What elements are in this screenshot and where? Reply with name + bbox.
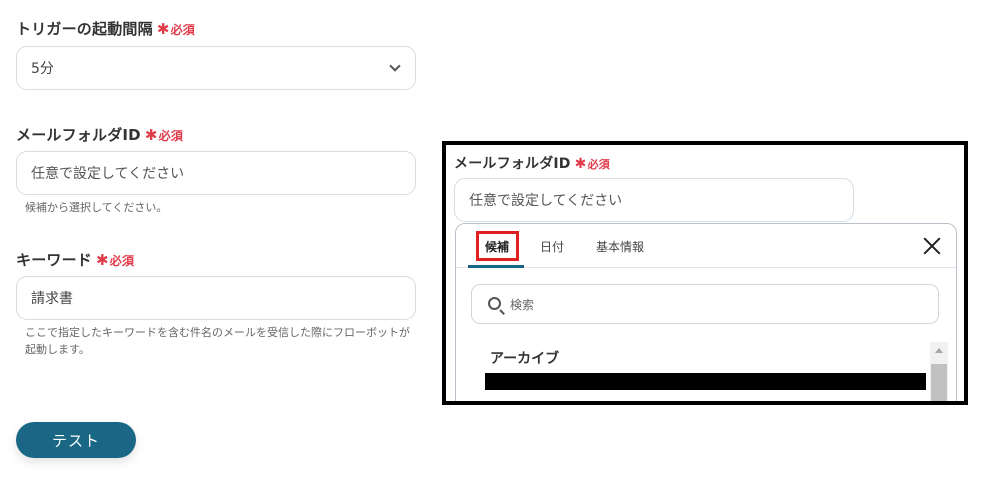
mail-folder-input[interactable]: 任意で設定してください [16,151,416,195]
tab-date[interactable]: 日付 [540,238,564,255]
inset-mail-folder-label: メールフォルダID ✱必須 [454,153,610,173]
trigger-interval-label-text: トリガーの起動間隔 [16,20,153,38]
required-badge: 必須 [109,254,135,268]
search-placeholder: 検索 [510,297,535,312]
inset-mail-folder-label-text: メールフォルダID [454,156,571,172]
mail-folder-label: メールフォルダID ✱必須 [16,124,183,145]
search-icon [488,297,501,310]
required-star-icon: ✱ [156,20,170,38]
required-badge: 必須 [587,158,610,171]
inset-mail-folder-input[interactable]: 任意で設定してください [454,178,854,222]
keyword-help-line-2: 起動します。 [25,343,90,356]
candidate-dropdown: 候補 日付 基本情報 検索 アーカイブ [455,223,957,401]
scrollbar[interactable] [930,342,948,401]
mail-folder-placeholder: 任意で設定してください [31,166,185,182]
test-button[interactable]: テスト [16,422,136,458]
keyword-help-text: ここで指定したキーワードを含む件名のメールを受信した際にフローボットが 起動しま… [25,324,410,358]
keyword-label-text: キーワード [16,251,93,269]
active-tab-underline [468,265,524,268]
keyword-input[interactable]: 請求書 [16,276,416,320]
required-badge: 必須 [170,23,195,37]
dropdown-tab-bar: 候補 日付 基本情報 [456,224,956,268]
scrollbar-thumb[interactable] [931,364,947,401]
required-star-icon: ✱ [574,156,587,172]
close-icon[interactable] [922,236,942,256]
candidate-search-input[interactable]: 検索 [471,284,939,324]
keyword-help-line-1: ここで指定したキーワードを含む件名のメールを受信した際にフローボットが [25,326,410,339]
tab-basic-info[interactable]: 基本情報 [596,238,644,255]
mail-folder-label-text: メールフォルダID [16,126,141,144]
keyword-label: キーワード ✱必須 [16,249,134,270]
inset-screenshot-panel: メールフォルダID ✱必須 任意で設定してください 候補 日付 基本情報 検索 ア… [442,141,968,405]
mail-folder-help-text: 候補から選択してください。 [25,201,168,214]
redacted-item [485,373,926,390]
list-item[interactable]: アーカイブ [490,348,559,368]
required-badge: 必須 [158,129,184,143]
tab-highlight-box [476,231,519,261]
required-star-icon: ✱ [144,126,158,144]
keyword-input-value: 請求書 [31,291,73,307]
inset-mail-folder-placeholder: 任意で設定してください [469,193,623,209]
required-star-icon: ✱ [96,251,109,269]
scroll-up-arrow-icon[interactable] [935,348,943,353]
trigger-interval-label: トリガーの起動間隔 ✱必須 [16,18,195,39]
trigger-interval-selected-value: 5分 [31,61,54,77]
trigger-interval-select[interactable]: 5分 [16,46,416,90]
chevron-down-icon [389,60,401,72]
